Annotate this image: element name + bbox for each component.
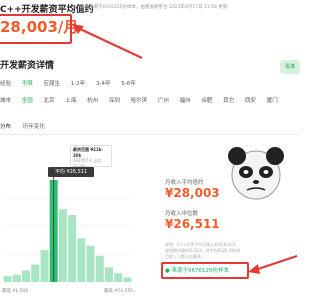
x-axis-max-label: 最高 ¥74,555 xyxy=(104,289,134,294)
brand-logo: 看准 xyxy=(280,60,300,74)
histogram-bar[interactable] xyxy=(114,273,123,282)
average-marker-label: 平均 ¥26,511 xyxy=(48,167,94,177)
histogram-bar[interactable] xyxy=(86,245,95,282)
avg-income-label: 月收入平均值约 xyxy=(165,180,204,186)
filter-option[interactable]: 西安 xyxy=(245,98,256,104)
panda-meme-image xyxy=(228,147,284,200)
salary-distribution-chart xyxy=(3,170,132,283)
tooltip-range: 薪资范围 ¥22k-30k xyxy=(73,147,104,158)
highlight-box-salary xyxy=(0,14,72,44)
experience-filter: 经验 不限 应届生 1-2年 3-4年 5-6年 xyxy=(0,79,145,87)
filter-option[interactable]: 哈尔滨 xyxy=(131,98,148,104)
filter-option[interactable]: 全国 xyxy=(22,98,33,104)
data-source-meta: 数据来源于6676125份样本，由看准网平台 2023年8月17日 11:58 … xyxy=(80,5,228,10)
histogram-bar[interactable] xyxy=(95,255,104,282)
tooltip-count: 161057人 xyxy=(73,158,93,163)
filter-option[interactable]: 厦门 xyxy=(267,98,278,104)
histogram-bar[interactable] xyxy=(123,277,132,282)
city-filter: 城市 全国 北京 上海 杭州 深圳 哈尔滨 广州 福州 合肥 其它 西安 厦门 xyxy=(0,96,287,104)
x-axis-min-label: 最低 ¥1,000 xyxy=(2,289,29,294)
avg-income-value: ¥28,003 xyxy=(165,186,220,200)
chart-tabs: 分布 历年变化 xyxy=(0,122,55,130)
histogram-bar[interactable] xyxy=(12,274,21,282)
histogram-bar[interactable] xyxy=(3,276,12,282)
histogram-bar[interactable] xyxy=(104,267,113,282)
filter-option[interactable]: 深圳 xyxy=(109,98,120,104)
median-income-value: ¥26,511 xyxy=(165,217,220,231)
filter-option[interactable]: 其它 xyxy=(223,98,234,104)
tab-history[interactable]: 历年变化 xyxy=(23,124,45,130)
filter-option[interactable]: 合肥 xyxy=(201,98,212,104)
section-title: 开发薪资详情 xyxy=(0,61,55,71)
histogram-bar[interactable] xyxy=(31,264,40,282)
tab-distribution[interactable]: 分布 xyxy=(0,124,11,130)
filter-option[interactable]: 福州 xyxy=(180,98,191,104)
histogram-bar[interactable] xyxy=(40,249,49,282)
stats-description: 说明：C++开发平均月收入约¥28,003，较同期均值¥26,511，其中约¥2… xyxy=(165,242,241,259)
median-income-label: 月收入中位数 xyxy=(165,211,199,217)
chart-tooltip: 薪资范围 ¥22k-30k 161057人 占比22.0% xyxy=(70,145,112,169)
annotation-arrow-bottom xyxy=(248,254,298,274)
filter-option[interactable]: 北京 xyxy=(44,98,55,104)
filter-option[interactable]: 应届生 xyxy=(44,81,61,87)
highlight-box-sample xyxy=(161,262,249,279)
histogram-bar[interactable] xyxy=(58,209,67,282)
histogram-bar[interactable] xyxy=(68,214,77,282)
filter-option[interactable]: 3-4年 xyxy=(96,81,110,87)
histogram-bar[interactable] xyxy=(22,270,31,282)
filter-option[interactable]: 广州 xyxy=(158,98,169,104)
filter-option[interactable]: 5-6年 xyxy=(121,81,135,87)
tabs-divider xyxy=(0,134,300,135)
filter-option[interactable]: 不限 xyxy=(22,81,33,87)
city-filter-label: 城市 xyxy=(0,98,12,104)
histogram-bar[interactable] xyxy=(77,238,86,282)
filter-option[interactable]: 1-2年 xyxy=(71,81,85,87)
filter-option[interactable]: 上海 xyxy=(65,98,76,104)
annotation-arrow-top xyxy=(72,24,143,59)
experience-filter-label: 经验 xyxy=(0,81,12,87)
filter-option[interactable]: 杭州 xyxy=(87,98,98,104)
